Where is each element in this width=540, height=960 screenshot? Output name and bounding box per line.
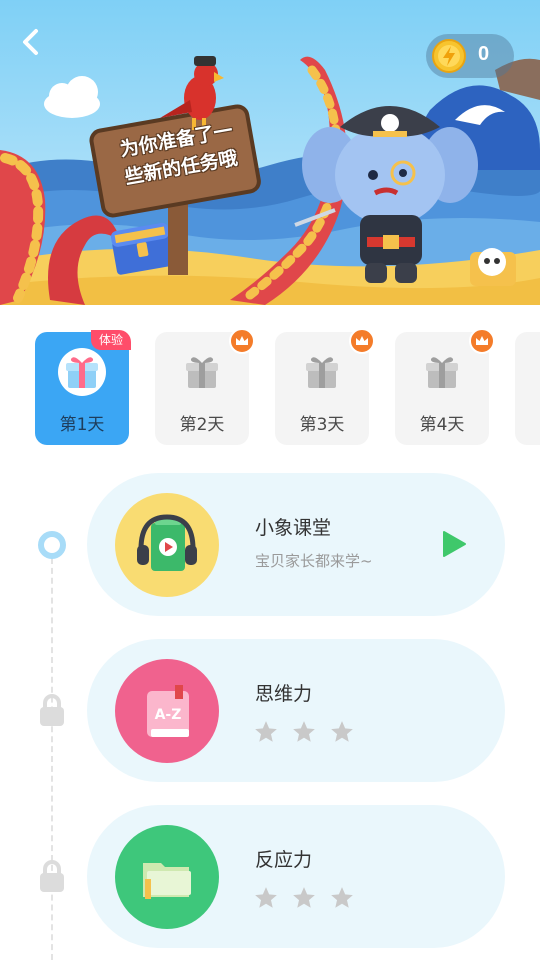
timeline-line bbox=[51, 558, 55, 960]
star-rating bbox=[253, 885, 355, 911]
chevron-left-icon bbox=[23, 29, 38, 55]
lesson-card-reaction[interactable]: 反应力 bbox=[87, 805, 505, 948]
lock-icon bbox=[40, 694, 64, 726]
az-book-icon: A-Z bbox=[147, 685, 189, 737]
lock-icon bbox=[40, 860, 64, 892]
play-icon[interactable] bbox=[439, 529, 469, 559]
star-icon bbox=[293, 887, 315, 908]
pirate-banner: 为你准备了一 些新的任务哦 0 bbox=[0, 0, 540, 305]
timeline-node-current bbox=[38, 531, 66, 559]
day-tab-3[interactable]: 第3天 bbox=[275, 328, 375, 445]
day-tabs: 第1天 体验 第2天 第3天 第4天 bbox=[0, 328, 540, 448]
back-button[interactable] bbox=[20, 28, 60, 68]
lesson-card-thinking[interactable]: A-Z 思维力 bbox=[87, 639, 505, 782]
crown-icon bbox=[236, 336, 248, 345]
coin-count: 0 bbox=[478, 43, 490, 65]
star-icon bbox=[331, 887, 353, 908]
day-tab-4[interactable]: 第4天 bbox=[395, 328, 495, 445]
gift-icon bbox=[426, 357, 458, 388]
star-icon bbox=[293, 721, 315, 742]
star-icon bbox=[255, 721, 277, 742]
day-tab-label: 第2天 bbox=[179, 415, 225, 435]
lesson-subtitle: 宝贝家长都来学~ bbox=[255, 552, 373, 570]
lesson-card-classroom[interactable]: 小象课堂 宝贝家长都来学~ bbox=[87, 473, 505, 616]
crown-icon bbox=[356, 336, 368, 345]
day-tab-1[interactable]: 第1天 体验 bbox=[35, 330, 131, 445]
coin-balance[interactable]: 0 bbox=[426, 34, 514, 78]
gift-icon bbox=[186, 357, 218, 388]
svg-text:A-Z: A-Z bbox=[155, 707, 182, 723]
day-tab-2[interactable]: 第2天 bbox=[155, 328, 255, 445]
lesson-title: 思维力 bbox=[255, 683, 313, 705]
star-icon bbox=[255, 887, 277, 908]
lesson-title: 小象课堂 bbox=[255, 517, 332, 539]
lesson-title: 反应力 bbox=[255, 849, 313, 871]
crown-icon bbox=[476, 336, 488, 345]
lightning-coin-icon bbox=[432, 39, 466, 73]
folder-icon bbox=[143, 863, 191, 899]
gift-icon bbox=[66, 357, 98, 388]
gift-icon bbox=[306, 357, 338, 388]
star-rating bbox=[253, 719, 355, 745]
headphone-book-icon bbox=[137, 514, 197, 571]
day-tab-label: 第3天 bbox=[299, 415, 345, 435]
day-tab-label: 第1天 bbox=[59, 415, 105, 435]
day-tab-label: 第4天 bbox=[419, 415, 465, 435]
star-icon bbox=[331, 721, 353, 742]
day-tab-5-partial[interactable] bbox=[515, 332, 540, 445]
trial-badge: 体验 bbox=[91, 330, 131, 350]
